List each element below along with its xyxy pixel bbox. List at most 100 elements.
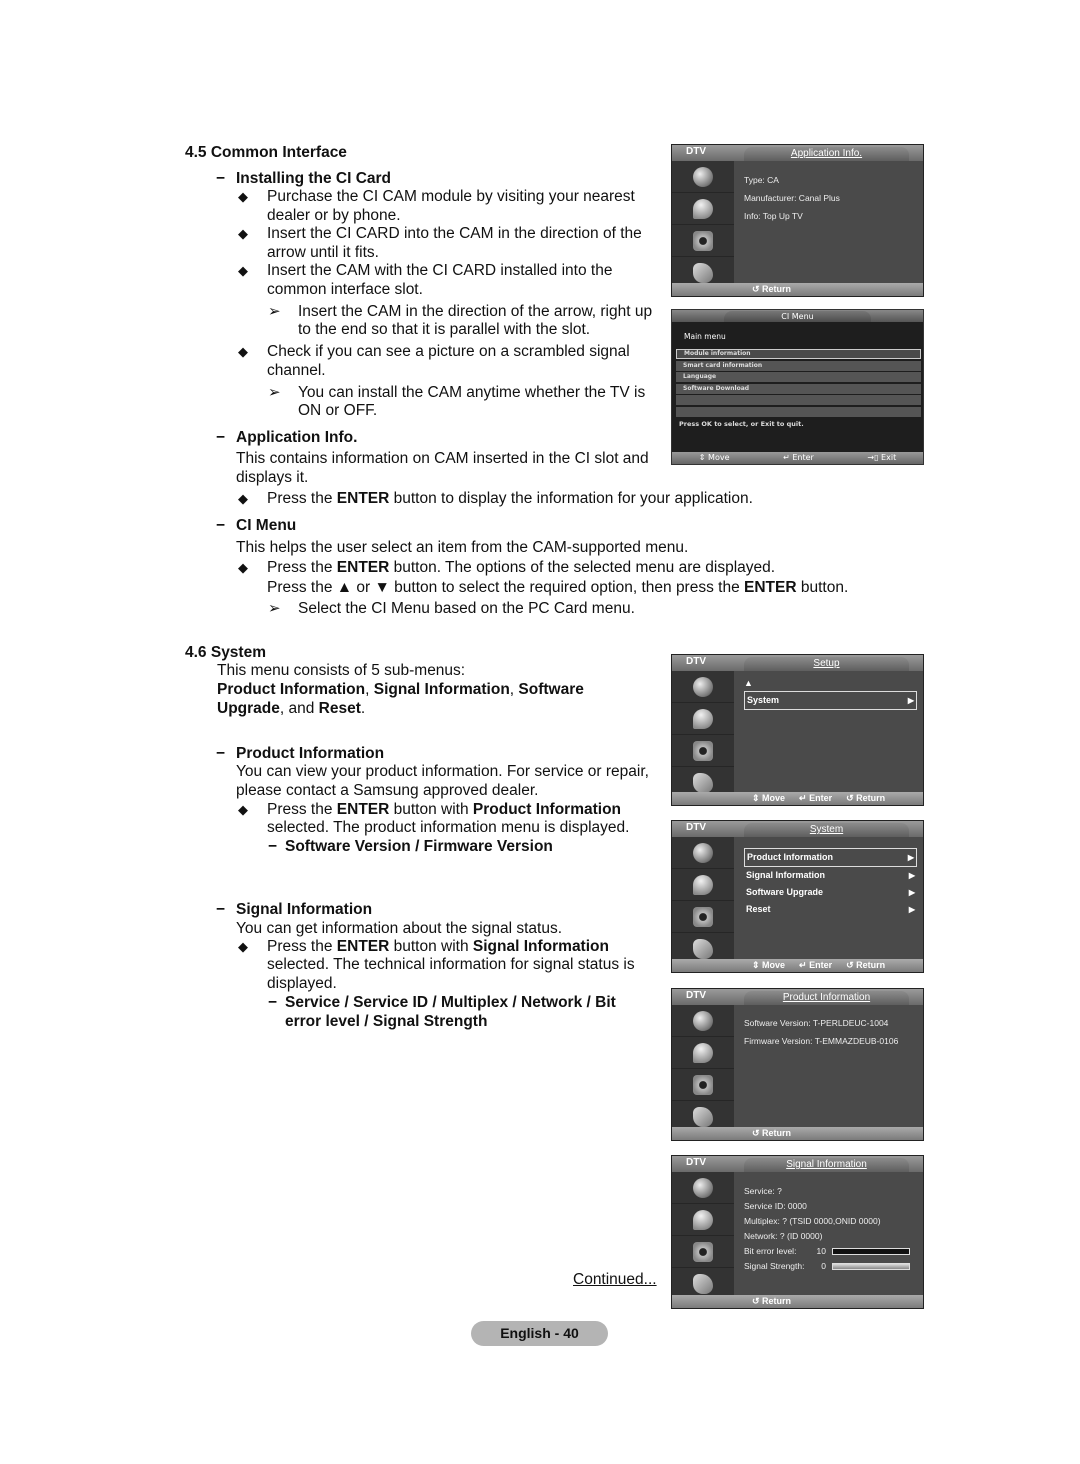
note-arrow-icon: ➢	[268, 600, 281, 617]
screen-title: CI Menu	[724, 311, 871, 322]
note-text: Insert the CAM in the direction of the a…	[298, 303, 653, 320]
menu-item-software-upgrade[interactable]: Software Upgrade ▶	[744, 884, 917, 901]
bullet-text: Press the ENTER button with Product Info…	[267, 801, 622, 818]
tv-screen-product-information: DTV Product Information Software Version…	[671, 988, 924, 1141]
ci-menu-item[interactable]: Language	[676, 372, 921, 382]
picture-icon[interactable]	[693, 1010, 713, 1031]
bullet-text: Press the ENTER button with Signal Infor…	[267, 938, 609, 955]
exit-button[interactable]: →▯ Exit	[867, 452, 896, 464]
input-icon[interactable]	[693, 772, 713, 793]
bullet-diamond-icon: ◆	[238, 344, 248, 359]
enter-button[interactable]: ↵ Enter	[799, 792, 832, 805]
ci-menu-item-empty	[676, 395, 921, 405]
multiplex: Multiplex: ? (TSID 0000,ONID 0000)	[744, 1216, 881, 1226]
input-icon[interactable]	[693, 1106, 713, 1127]
info-row: Info: Top Up TV	[744, 211, 803, 221]
channel-dish-icon[interactable]	[693, 1209, 713, 1230]
channel-dish-icon[interactable]	[693, 198, 713, 219]
paragraph: You can view your product information. F…	[236, 763, 649, 780]
dash: −	[216, 901, 226, 918]
input-icon[interactable]	[693, 262, 713, 283]
screen-title: Signal Information	[744, 1158, 909, 1172]
dash: −	[268, 838, 278, 855]
ci-menu-item-empty	[676, 406, 921, 417]
setup-gear-icon[interactable]	[693, 1241, 713, 1262]
return-button[interactable]: ↺ Return	[752, 1127, 791, 1140]
bullet-text: Press the ENTER button. The options of t…	[267, 559, 776, 576]
sub-item: Service / Service ID / Multiplex / Netwo…	[285, 994, 616, 1011]
bit-error-bar	[832, 1248, 910, 1256]
note-text: to the end so that it is parallel with t…	[298, 321, 591, 338]
move-hint: ⇕ Move	[752, 960, 786, 970]
setup-gear-icon[interactable]	[693, 906, 713, 927]
service: Service: ?	[744, 1186, 782, 1196]
ci-menu-item[interactable]: Module information	[676, 349, 921, 359]
signal-strength: Signal Strength: 0	[744, 1259, 917, 1274]
bullet-diamond-icon: ◆	[238, 226, 248, 241]
setup-gear-icon[interactable]	[693, 1074, 713, 1095]
bullet-text: displayed.	[267, 975, 337, 992]
enter-button[interactable]: ↵ Enter	[799, 959, 832, 972]
tv-screen-system: DTV System Product Information ▶ Signal I…	[671, 820, 924, 973]
picture-icon[interactable]	[693, 676, 713, 697]
menu-item-system[interactable]: System ▶	[744, 691, 917, 710]
setup-gear-icon[interactable]	[693, 740, 713, 761]
menu-item-signal-information[interactable]: Signal Information ▶	[744, 867, 917, 884]
paragraph: This contains information on CAM inserte…	[236, 450, 649, 467]
info-row: Manufacturer: Canal Plus	[744, 193, 840, 203]
paragraph: This menu consists of 5 sub-menus:	[217, 662, 466, 679]
tv-screen-ci-menu: CI Menu Main menu Module information Sma…	[671, 309, 924, 465]
bullet-text: selected. The product information menu i…	[267, 819, 630, 836]
return-button[interactable]: ↺ Return	[846, 792, 885, 805]
bullet-diamond-icon: ◆	[238, 939, 248, 954]
bullet-diamond-icon: ◆	[238, 263, 248, 278]
picture-icon[interactable]	[693, 1177, 713, 1198]
channel-dish-icon[interactable]	[693, 708, 713, 729]
picture-icon[interactable]	[693, 166, 713, 187]
menu-item-reset[interactable]: Reset ▶	[744, 901, 917, 918]
ci-menu-item[interactable]: Software Download	[676, 383, 921, 394]
bullet-text: Press the ▲ or ▼ button to select the re…	[267, 579, 849, 596]
paragraph: You can get information about the signal…	[236, 920, 563, 937]
bit-error-level: Bit error level: 10	[744, 1244, 917, 1259]
setup-gear-icon[interactable]	[693, 230, 713, 251]
bullet-text: Insert the CI CARD into the CAM in the d…	[267, 225, 642, 242]
bullet-diamond-icon: ◆	[238, 802, 248, 817]
note-text: Select the CI Menu based on the PC Card …	[298, 600, 635, 617]
ci-menu-item[interactable]: Smart card information	[676, 360, 921, 371]
bullet-text: arrow until it fits.	[267, 244, 379, 261]
note-arrow-icon: ➢	[268, 384, 281, 401]
return-button[interactable]: ↺ Return	[846, 959, 885, 972]
section-heading-system: 4.6 System	[185, 644, 266, 661]
return-button[interactable]: ↺ Return	[752, 283, 791, 296]
chevron-right-icon: ▶	[907, 853, 914, 862]
picture-icon[interactable]	[693, 842, 713, 863]
paragraph: This helps the user select an item from …	[236, 539, 689, 556]
scroll-up-icon[interactable]: ▲	[744, 675, 917, 691]
channel-dish-icon[interactable]	[693, 874, 713, 895]
sub-item: error level / Signal Strength	[285, 1013, 488, 1030]
input-icon[interactable]	[693, 938, 713, 959]
page-number-badge: English - 40	[471, 1321, 608, 1346]
chevron-right-icon: ▶	[908, 905, 915, 914]
enter-button[interactable]: ↵ Enter	[783, 452, 814, 464]
dash: −	[216, 429, 226, 446]
dash: −	[268, 994, 278, 1011]
input-icon[interactable]	[693, 1273, 713, 1294]
menu-item-product-information[interactable]: Product Information ▶	[744, 848, 917, 867]
bullet-text: dealer or by phone.	[267, 207, 401, 224]
return-button[interactable]: ↺ Return	[752, 1295, 791, 1308]
chevron-right-icon: ▶	[908, 871, 915, 880]
paragraph: please contact a Samsung approved dealer…	[236, 782, 539, 799]
section-heading-common-interface: 4.5 Common Interface	[185, 144, 347, 161]
move-hint: ⇕ Move	[698, 453, 730, 462]
subheading-ci-menu: CI Menu	[236, 517, 297, 534]
note-text: You can install the CAM anytime whether …	[298, 384, 646, 401]
screen-title: System	[744, 823, 909, 837]
tv-screen-application-info: DTV Application Info. Type: CA Manufactu…	[671, 144, 924, 297]
channel-dish-icon[interactable]	[693, 1042, 713, 1063]
hint-text: Press OK to select, or Exit to quit.	[679, 420, 804, 428]
software-version: Software Version: T-PERLDEUC-1004	[744, 1018, 889, 1028]
side-menu	[672, 837, 734, 965]
screen-title: Application Info.	[744, 147, 909, 161]
